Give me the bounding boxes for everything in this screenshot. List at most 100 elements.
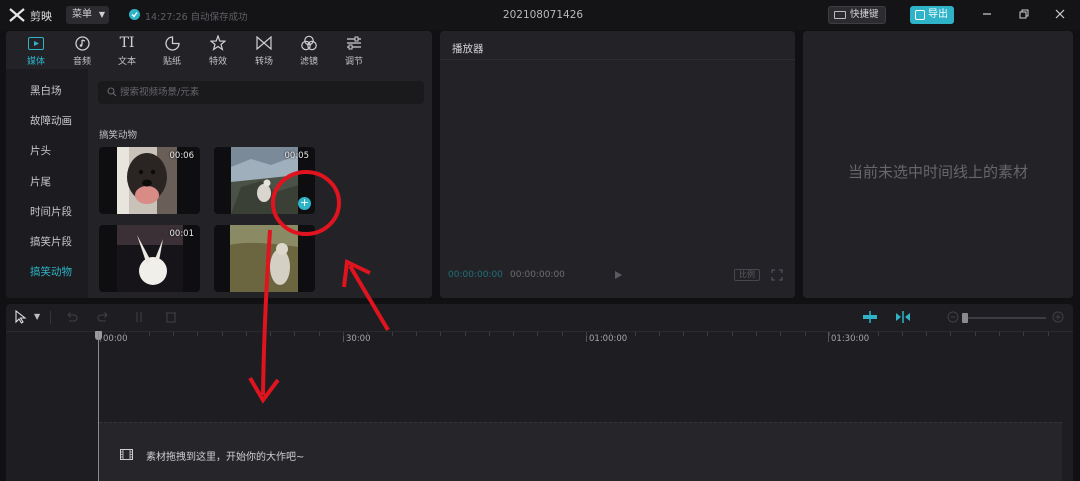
tab-text[interactable]: TI 文本 [110,34,144,68]
sidebar-item-funny-clips[interactable]: 搞笑片段 [30,234,72,249]
tab-effects[interactable]: 特效 [201,34,235,68]
tab-label: 转场 [254,57,273,67]
chevron-down-icon: ▼ [98,10,105,19]
zoom-slider[interactable] [962,313,1046,323]
media-clip[interactable] [214,225,315,292]
autosave-status: 14:27:26 自动保存成功 [145,12,248,23]
chevron-down-icon[interactable]: ▼ [34,312,40,321]
total-time: 00:00:00:00 [510,270,565,280]
ruler-minor-tick [489,332,490,336]
add-to-track-button[interactable]: + [298,197,311,210]
tab-adjust[interactable]: 调节 [337,34,371,68]
ruler-minor-tick [610,332,611,336]
ruler-minor-tick [416,332,417,336]
section-title: 搞笑动物 [99,130,138,141]
text-icon: TI [119,35,135,51]
media-icon [28,36,44,50]
ruler-minor-tick [513,332,514,336]
ruler-minor-tick [222,332,223,336]
search-icon [107,87,117,97]
tab-sticker[interactable]: 贴纸 [155,34,189,68]
delete-icon[interactable] [164,310,178,324]
tab-audio[interactable]: 音频 [65,34,99,68]
export-button[interactable]: 导出 [910,6,954,24]
empty-selection-message: 当前未选中时间线上的素材 [847,163,1028,181]
clip-duration: 00:05 [284,151,310,161]
ruler-minor-tick [756,332,757,336]
shortcut-button[interactable]: 快捷键 [828,6,886,24]
play-button[interactable] [613,270,623,280]
sidebar-item-outro[interactable]: 片尾 [30,174,51,189]
filter-icon [301,35,317,51]
sticker-icon [164,35,180,51]
ruler-minor-tick [392,332,393,336]
ruler-minor-tick [343,332,344,336]
sidebar-item-funny-animals[interactable]: 搞笑动物 [30,264,72,279]
effects-icon [210,35,226,51]
zoom-in-icon[interactable] [1051,310,1065,324]
tab-media[interactable]: 媒体 [19,34,53,68]
media-panel: 媒体 音频 TI 文本 贴纸 特效 转场 滤镜 调节 黑白场 故障动画 片头 片… [6,31,432,298]
search-input[interactable] [120,85,410,100]
redo-icon[interactable] [97,310,111,324]
split-icon[interactable] [132,310,146,324]
player-panel: 播放器 00:00:00:00 00:00:00:00 比例 [440,31,795,298]
maximize-button[interactable] [1015,6,1033,24]
export-icon [915,10,925,20]
ruler-minor-tick [465,332,466,336]
main-menu-button[interactable]: 菜单 ▼ [66,6,109,24]
ruler-minor-tick [999,332,1000,336]
ruler-minor-tick [829,332,830,336]
magnet-icon[interactable] [862,310,878,324]
media-clip[interactable]: 00:01 [99,225,200,292]
ruler-minor-tick [586,332,587,336]
link-icon[interactable] [895,310,911,324]
ruler-minor-tick [246,332,247,336]
ruler-minor-tick [319,332,320,336]
aspect-ratio-button[interactable]: 比例 [734,269,760,281]
media-clip[interactable]: 00:05 + [214,147,315,214]
ruler-minor-tick [853,332,854,336]
ruler-minor-tick [659,332,660,336]
tab-label: 贴纸 [162,57,181,67]
ruler-minor-tick [537,332,538,336]
tab-label: 媒体 [26,57,45,67]
ruler-minor-tick [950,332,951,336]
audio-icon [74,35,90,51]
resource-tabs: 媒体 音频 TI 文本 贴纸 特效 转场 滤镜 调节 [6,31,432,69]
undo-icon[interactable] [64,310,78,324]
tab-transition[interactable]: 转场 [247,34,281,68]
menu-label: 菜单 [72,9,92,20]
media-clip[interactable]: 00:06 [99,147,200,214]
sidebar-item-black-white[interactable]: 黑白场 [30,83,62,98]
select-cursor-icon[interactable] [14,310,28,324]
sidebar-item-time[interactable]: 时间片段 [30,204,72,219]
drop-hint: 素材拖拽到这里，开始你的大作吧~ [146,452,305,463]
main-track-dropzone[interactable]: 素材拖拽到这里，开始你的大作吧~ [99,422,1062,481]
clip-thumbnail [117,147,177,214]
search-field[interactable] [98,81,424,104]
fullscreen-icon[interactable] [771,269,783,281]
ruler-minor-tick [294,332,295,336]
sidebar-item-glitch[interactable]: 故障动画 [30,113,72,128]
minimize-button[interactable] [978,6,996,24]
time-ruler[interactable]: 00:00 30:00 01:00:00 01:30:00 [6,331,1073,347]
zoom-out-icon[interactable] [946,310,960,324]
tab-label: 滤镜 [299,57,318,67]
tab-label: 音频 [72,57,91,67]
sidebar-item-intro[interactable]: 片头 [30,143,51,158]
toolbar-divider [50,311,51,324]
ratio-label: 比例 [739,270,755,279]
film-icon [120,449,133,460]
ruler-minor-tick [635,332,636,336]
tab-filter[interactable]: 滤镜 [292,34,326,68]
ruler-minor-tick [902,332,903,336]
plus-icon: + [299,196,310,209]
close-button[interactable] [1051,6,1069,24]
restore-icon [1019,9,1029,19]
zoom-slider-thumb[interactable] [962,313,968,323]
ruler-minor-tick [149,332,150,336]
ruler-minor-tick [683,332,684,336]
ruler-minor-tick [926,332,927,336]
ruler-minor-tick [805,332,806,336]
